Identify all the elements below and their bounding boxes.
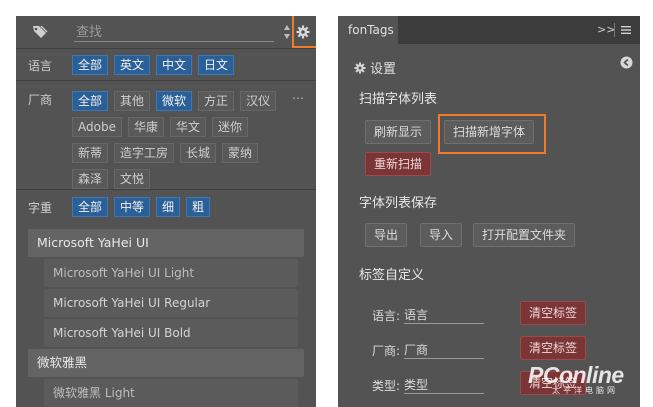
font-face-item[interactable]: Microsoft YaHei UI Light xyxy=(44,259,298,287)
chip-vendor-sinotype[interactable]: 华文 xyxy=(169,117,206,137)
font-list: Microsoft YaHei UI Microsoft YaHei UI Li… xyxy=(28,229,304,407)
tag-input-type[interactable] xyxy=(404,376,485,394)
vendor-chips: 全部 其他 微软 方正 汉仪 Adobe 华康 华文 迷你 新蒂 造字工房 长城… xyxy=(72,91,290,189)
chip-vendor-changcheng[interactable]: 长城 xyxy=(180,143,217,163)
chip-weight-medium[interactable]: 中等 xyxy=(114,197,151,217)
search-bar xyxy=(16,16,316,49)
clear-tags-vendor-button[interactable]: 清空标签 xyxy=(520,336,587,360)
tag-label-vendor: 厂商: xyxy=(372,344,401,358)
chip-vendor-monotype[interactable]: 蒙纳 xyxy=(222,143,259,163)
chip-vendor-mini[interactable]: 迷你 xyxy=(212,117,249,137)
weight-filter: 字重 全部 中等 细 粗 xyxy=(16,190,316,223)
weight-chips: 全部 中等 细 粗 xyxy=(72,197,211,217)
sort-icon[interactable] xyxy=(283,24,291,40)
chip-vendor-other[interactable]: 其他 xyxy=(114,91,151,111)
settings-title: 设置 xyxy=(370,62,397,77)
scan-new-highlight-box xyxy=(438,114,546,154)
panel-tab-bar: fonTags >> xyxy=(338,16,640,44)
export-button[interactable]: 导出 xyxy=(365,223,408,247)
font-family-item[interactable]: 微软雅黑 xyxy=(28,349,304,377)
language-label: 语言 xyxy=(28,59,53,73)
save-section-title: 字体列表保存 xyxy=(359,196,438,211)
fontags-settings-panel: fonTags >> 设置 扫描字体列表 刷新显示 扫描新增字体 重新扫描 字体… xyxy=(338,16,640,407)
chip-weight-light[interactable]: 细 xyxy=(156,197,181,217)
tag-input-language[interactable] xyxy=(404,306,485,324)
chip-lang-english[interactable]: 英文 xyxy=(114,55,151,75)
scan-section-title: 扫描字体列表 xyxy=(359,92,438,107)
chip-vendor-wenyue[interactable]: 文悦 xyxy=(114,169,151,189)
font-face-item[interactable]: 微软雅黑 Light xyxy=(44,379,298,407)
chip-vendor-founder[interactable]: 方正 xyxy=(198,91,235,111)
chip-vendor-adobe[interactable]: Adobe xyxy=(72,117,122,137)
font-family-item[interactable]: Microsoft YaHei UI xyxy=(28,229,304,257)
tag-row-type: 类型: xyxy=(372,372,485,394)
chip-weight-bold[interactable]: 粗 xyxy=(186,197,211,217)
pconline-watermark: PConline 太平洋电脑网 xyxy=(528,362,624,396)
back-icon[interactable] xyxy=(620,56,633,69)
tags-section-title: 标签自定义 xyxy=(359,268,425,283)
chip-lang-all[interactable]: 全部 xyxy=(72,55,109,75)
chip-vendor-morisawa[interactable]: 森泽 xyxy=(72,169,109,189)
font-face-item[interactable]: Microsoft YaHei UI Bold xyxy=(44,319,298,347)
tag-input-vendor[interactable] xyxy=(404,341,485,359)
gear-icon xyxy=(354,61,366,74)
gear-icon[interactable] xyxy=(296,25,310,39)
tags-icon[interactable] xyxy=(32,25,48,39)
language-chips: 全部 英文 中文 日文 xyxy=(72,55,235,75)
weight-label: 字重 xyxy=(28,201,53,215)
tag-label-type: 类型: xyxy=(372,379,401,393)
divider xyxy=(614,23,615,37)
more-icon[interactable]: ⋯ xyxy=(292,91,305,105)
clear-tags-language-button[interactable]: 清空标签 xyxy=(520,301,587,325)
open-config-folder-button[interactable]: 打开配置文件夹 xyxy=(473,223,576,247)
chip-lang-japanese[interactable]: 日文 xyxy=(198,55,235,75)
import-button[interactable]: 导入 xyxy=(420,223,463,247)
refresh-display-button[interactable]: 刷新显示 xyxy=(365,120,432,144)
chip-vendor-foundertype-studio[interactable]: 造字工房 xyxy=(114,143,175,163)
settings-header: 设置 xyxy=(354,58,396,77)
language-filter: 语言 全部 英文 中文 日文 xyxy=(16,49,316,81)
menu-icon[interactable] xyxy=(620,24,632,36)
chip-vendor-microsoft[interactable]: 微软 xyxy=(156,91,193,111)
tag-label-language: 语言: xyxy=(372,309,401,323)
tag-row-language: 语言: xyxy=(372,302,485,324)
watermark-sub: 太平洋电脑网 xyxy=(552,386,618,395)
chip-weight-all[interactable]: 全部 xyxy=(72,197,109,217)
expand-icon[interactable]: >> xyxy=(597,23,615,36)
vendor-filter: 厂商 全部 其他 微软 方正 汉仪 Adobe 华康 华文 迷你 新蒂 造字工房… xyxy=(16,81,316,190)
chip-vendor-all[interactable]: 全部 xyxy=(72,91,109,111)
vendor-label: 厂商 xyxy=(28,93,53,107)
rescan-button[interactable]: 重新扫描 xyxy=(365,152,432,176)
font-face-item[interactable]: Microsoft YaHei UI Regular xyxy=(44,289,298,317)
search-input[interactable] xyxy=(74,24,274,42)
chip-vendor-xindi[interactable]: 新蒂 xyxy=(72,143,109,163)
chip-lang-chinese[interactable]: 中文 xyxy=(156,55,193,75)
chip-vendor-hanyi[interactable]: 汉仪 xyxy=(240,91,277,111)
font-browser-panel: 语言 全部 英文 中文 日文 厂商 全部 其他 微软 方正 汉仪 Adobe 华… xyxy=(16,16,316,407)
chip-vendor-dynacomware[interactable]: 华康 xyxy=(127,117,164,137)
tab-fontags[interactable]: fonTags xyxy=(338,16,398,44)
tag-row-vendor: 厂商: xyxy=(372,337,485,359)
